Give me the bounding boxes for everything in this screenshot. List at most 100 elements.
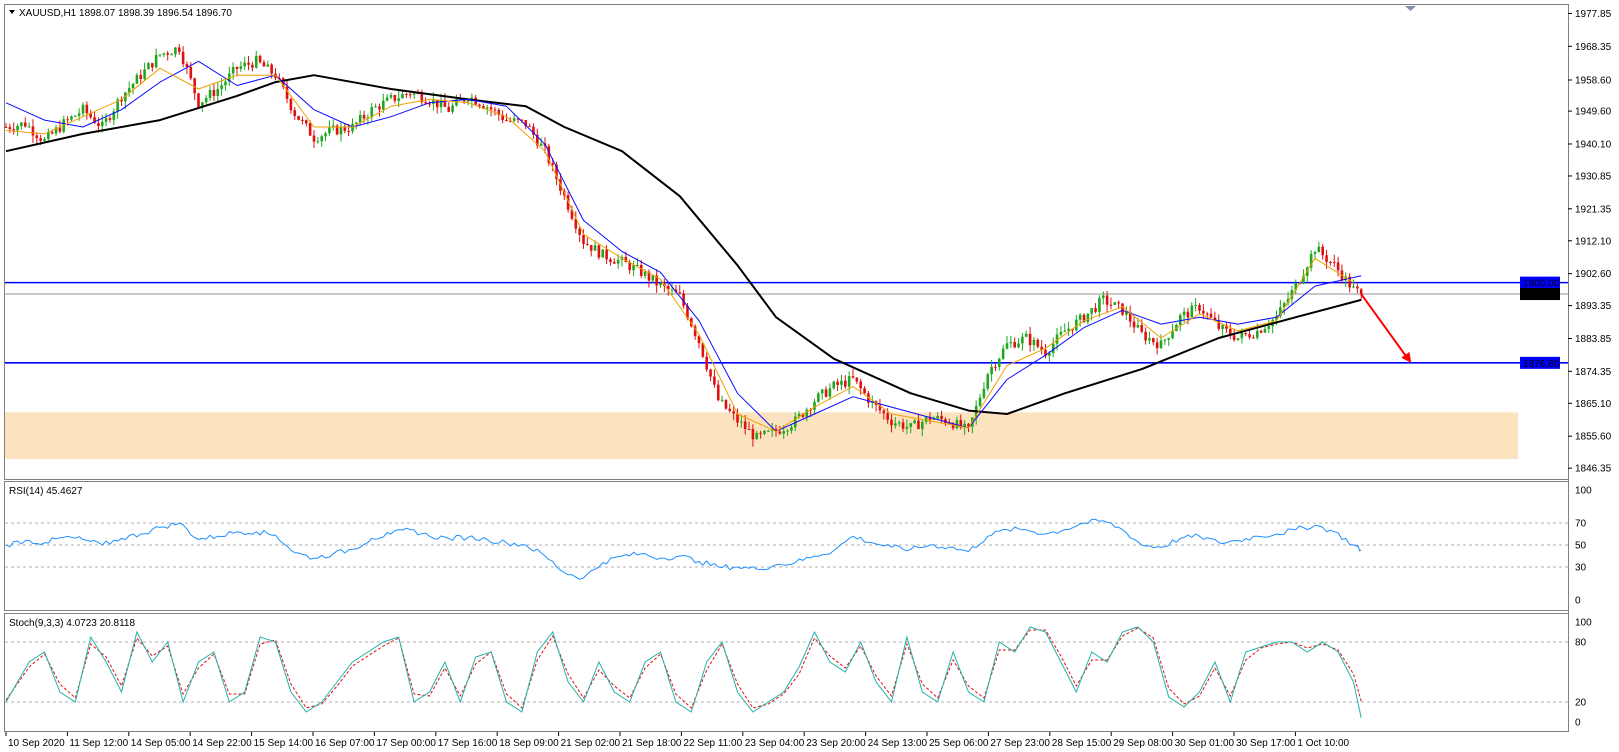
candle-body xyxy=(1086,313,1090,322)
candle-body xyxy=(1263,328,1267,333)
current-price-label: 1896.70 xyxy=(1523,290,1560,301)
candle-body xyxy=(1152,338,1155,343)
candle-body xyxy=(613,261,616,264)
candle-body xyxy=(135,74,139,84)
candle-body xyxy=(505,120,508,122)
candle-body xyxy=(177,47,181,52)
candle-body xyxy=(1252,337,1255,339)
candle-body xyxy=(266,64,270,67)
candle-body xyxy=(597,245,601,258)
price-tick-label: 1912.10 xyxy=(1575,236,1612,247)
candle-body xyxy=(308,123,312,136)
candle-body xyxy=(790,427,793,431)
candle-body xyxy=(378,106,381,110)
candle-body xyxy=(820,389,824,394)
candle-body xyxy=(158,54,162,56)
candle-body xyxy=(913,420,916,424)
candle-body xyxy=(1325,255,1328,262)
price-tick-label: 1949.60 xyxy=(1575,107,1612,118)
time-tick-label: 14 Sep 22:00 xyxy=(192,738,252,749)
chart-header: XAUUSD,H1 1898.07 1898.39 1896.54 1896.7… xyxy=(19,8,232,19)
candle-body xyxy=(435,99,439,108)
time-tick-label: 15 Sep 14:00 xyxy=(254,738,314,749)
candle-body xyxy=(297,115,300,120)
candle-body xyxy=(986,374,990,389)
candle-body xyxy=(100,121,104,127)
candle-body xyxy=(1205,313,1209,315)
chart-canvas[interactable]: 1900.00 1876.80 1896.70 1977.85 1968.35 1958… xyxy=(0,0,1619,752)
candle-body xyxy=(50,132,54,134)
candle-body xyxy=(755,432,759,440)
candle-body xyxy=(143,69,146,79)
candle-body xyxy=(1236,338,1240,340)
candle-body xyxy=(247,62,250,65)
candle-body xyxy=(1167,338,1170,340)
stoch-pane-frame xyxy=(4,613,1569,732)
candle-body xyxy=(1198,304,1201,311)
candle-body xyxy=(578,228,581,235)
candle-body xyxy=(35,135,39,139)
candle-body xyxy=(1078,314,1082,320)
candle-body xyxy=(709,369,712,377)
candle-body xyxy=(312,135,316,142)
rsi-header: RSI(14) 45.4627 xyxy=(9,486,83,497)
candle-body xyxy=(16,125,19,131)
candle-body xyxy=(1267,326,1271,329)
candle-body xyxy=(239,66,243,69)
candle-body xyxy=(293,110,297,116)
candle-body xyxy=(1155,342,1159,349)
main-pane-frame xyxy=(4,4,1569,480)
candle-body xyxy=(170,54,173,56)
candle-body xyxy=(940,415,943,420)
candle-body xyxy=(1094,308,1097,312)
candle-body xyxy=(397,98,400,101)
collapse-triangle-icon[interactable] xyxy=(9,10,15,14)
candle-body xyxy=(924,416,928,422)
candle-body xyxy=(551,163,554,165)
candle-body xyxy=(732,411,735,414)
candle-body xyxy=(1101,295,1105,299)
candle-body xyxy=(1098,298,1101,312)
time-tick-label: 22 Sep 11:00 xyxy=(683,738,742,749)
price-tick-label: 1968.35 xyxy=(1575,42,1612,53)
stoch-signal-line xyxy=(5,627,1362,709)
candle-body xyxy=(1240,332,1244,339)
candle-body xyxy=(1059,331,1063,335)
candle-body xyxy=(324,133,327,137)
candle-body xyxy=(27,126,31,128)
candle-body xyxy=(605,249,608,260)
candle-body xyxy=(751,429,755,440)
scroll-marker-icon[interactable] xyxy=(1405,6,1416,11)
candle-body xyxy=(74,115,77,117)
candle-body xyxy=(162,53,166,55)
candle-body xyxy=(4,127,8,129)
candle-body xyxy=(1148,338,1151,341)
candle-body xyxy=(990,366,993,375)
candle-body xyxy=(1005,343,1009,349)
candle-body xyxy=(66,119,69,121)
time-tick-label: 29 Sep 08:00 xyxy=(1113,738,1173,749)
candle-body xyxy=(393,95,397,101)
candle-body xyxy=(339,126,343,135)
time-tick-label: 21 Sep 18:00 xyxy=(622,738,682,749)
candle-body xyxy=(1248,334,1251,338)
candle-body xyxy=(1032,339,1036,346)
candle-body xyxy=(43,138,46,141)
candle-body xyxy=(127,88,131,93)
candle-body xyxy=(362,115,366,119)
time-tick-label: 30 Sep 01:00 xyxy=(1175,738,1235,749)
time-tick-label: 25 Sep 06:00 xyxy=(929,738,989,749)
time-tick-label: 11 Sep 12:00 xyxy=(69,738,128,749)
candle-body xyxy=(643,271,647,276)
candle-body xyxy=(405,93,408,95)
candle-body xyxy=(909,423,913,427)
candle-body xyxy=(262,62,266,67)
time-tick-label: 14 Sep 05:00 xyxy=(131,738,191,749)
chart-window: 1900.00 1876.80 1896.70 1977.85 1968.35 1958… xyxy=(0,0,1619,752)
candle-body xyxy=(705,356,708,370)
time-tick-label: 10 Sep 2020 xyxy=(8,738,65,749)
candle-body xyxy=(1105,295,1109,305)
candle-body xyxy=(921,421,924,430)
time-tick-label: 27 Sep 23:00 xyxy=(990,738,1050,749)
candle-body xyxy=(847,376,851,387)
